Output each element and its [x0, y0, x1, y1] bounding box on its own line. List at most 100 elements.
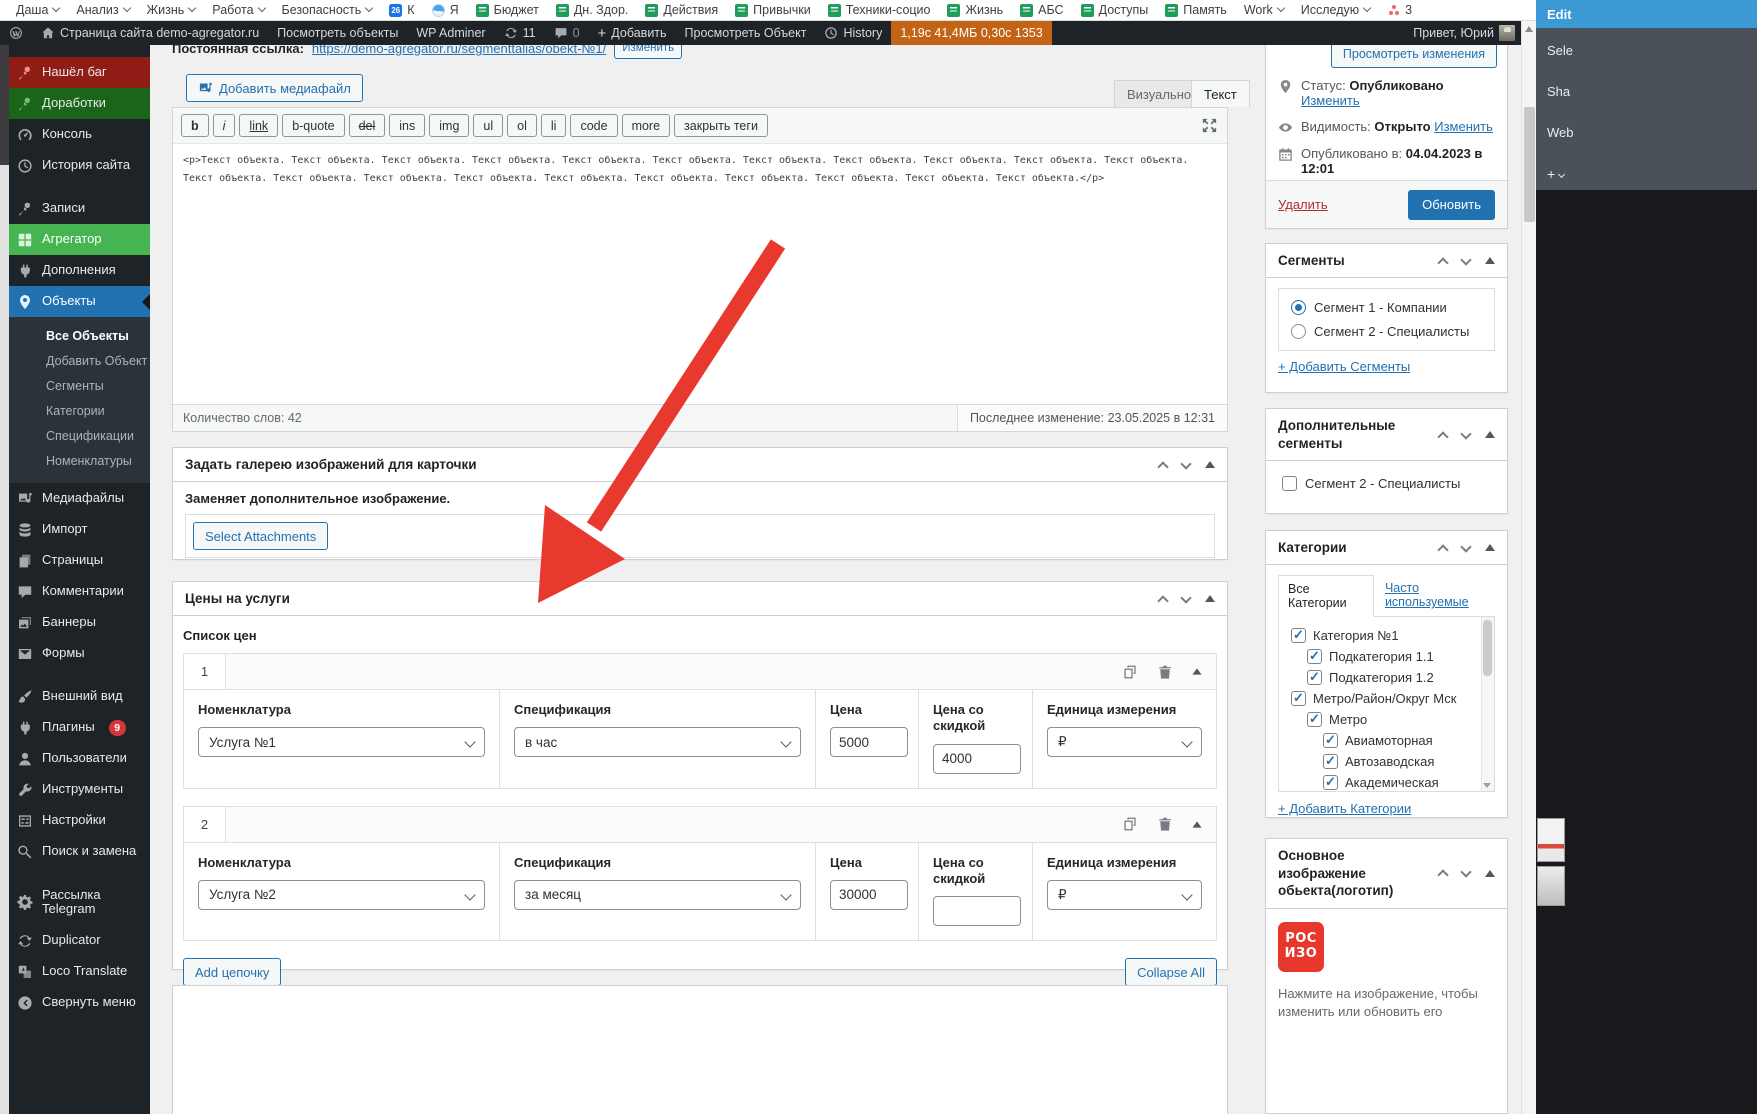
- price-row-number[interactable]: 1: [184, 654, 226, 689]
- order-up-icon[interactable]: [1437, 870, 1448, 881]
- sidebar-item-objects[interactable]: Объекты: [9, 286, 150, 317]
- sidebar-item-bug-report[interactable]: Нашёл баг: [9, 57, 150, 88]
- row-delete-icon[interactable]: [1157, 664, 1173, 680]
- price-input[interactable]: [830, 880, 908, 910]
- prices-panel-header[interactable]: Цены на услуги: [173, 582, 1227, 616]
- order-down-icon[interactable]: [1180, 592, 1191, 603]
- post-content-textarea[interactable]: <p>Текст объекта. Текст объекта. Текст о…: [173, 144, 1227, 404]
- panel-toggle-icon[interactable]: [1485, 544, 1495, 551]
- admin-bar-updates[interactable]: 11: [495, 21, 545, 45]
- sidebar-subitem-add-object[interactable]: Добавить Объект: [9, 349, 150, 374]
- sidebar-item-improvements[interactable]: Доработки: [9, 88, 150, 119]
- specification-select[interactable]: за месяц: [514, 880, 801, 910]
- sidebar-item-forms[interactable]: Формы: [9, 638, 150, 669]
- tab-frequently-used[interactable]: Часто используемые: [1385, 581, 1495, 616]
- qt-bquote-button[interactable]: b-quote: [282, 114, 344, 137]
- editor-fullscreen-icon[interactable]: [1200, 116, 1219, 135]
- panel-toggle-icon[interactable]: [1485, 870, 1495, 877]
- admin-bar-view-object[interactable]: Просмотреть Объект: [676, 21, 816, 45]
- category-option[interactable]: Категория №1: [1279, 625, 1480, 646]
- price-input[interactable]: [830, 727, 908, 757]
- sidebar-subitem-specifications[interactable]: Спецификации: [9, 424, 150, 449]
- bookmark-link[interactable]: 3: [1387, 3, 1412, 17]
- update-button[interactable]: Обновить: [1408, 190, 1495, 220]
- admin-bar-view-objects[interactable]: Посмотреть объекты: [268, 21, 407, 45]
- sidebar-subitem-all-objects[interactable]: Все Объекты: [9, 324, 150, 349]
- admin-bar-account[interactable]: Привет, Юрий: [1404, 21, 1521, 45]
- categories-panel-header[interactable]: Категории: [1266, 531, 1507, 565]
- qt-ins-button[interactable]: ins: [389, 114, 425, 137]
- bookmark-folder[interactable]: Даша: [16, 3, 59, 17]
- bookmark-folder[interactable]: Анализ: [76, 3, 129, 17]
- bookmark-folder[interactable]: Работа: [212, 3, 264, 17]
- scroll-down-icon[interactable]: [1483, 783, 1491, 788]
- scrollbar-thumb[interactable]: [1524, 107, 1535, 222]
- page-scrollbar[interactable]: [1521, 21, 1536, 1114]
- panel-toggle-icon[interactable]: [1205, 461, 1215, 468]
- bookmark-link[interactable]: Техники-социо: [828, 3, 931, 17]
- sidebar-item-plugins[interactable]: Плагины9: [9, 712, 150, 743]
- sidebar-item-search-replace[interactable]: Поиск и замена: [9, 836, 150, 867]
- qt-more-button[interactable]: more: [622, 114, 670, 137]
- sidebar-item-comments[interactable]: Комментарии: [9, 576, 150, 607]
- sidebar-subitem-nomenclatures[interactable]: Номенклатуры: [9, 449, 150, 474]
- sidebar-item-tools[interactable]: Инструменты: [9, 774, 150, 805]
- row-duplicate-icon[interactable]: [1122, 664, 1138, 680]
- qt-italic-button[interactable]: i: [213, 114, 236, 137]
- sidebar-item-telegram-mailing[interactable]: Рассылка Telegram: [9, 879, 150, 925]
- tab-all-categories[interactable]: Все Категории: [1278, 575, 1374, 617]
- sidebar-subitem-categories[interactable]: Категории: [9, 399, 150, 424]
- sidebar-item-import[interactable]: Импорт: [9, 514, 150, 545]
- sidebar-item-loco-translate[interactable]: Loco Translate: [9, 956, 150, 987]
- bookmark-folder[interactable]: Исследую: [1301, 3, 1370, 17]
- categories-scrollbar[interactable]: [1481, 617, 1494, 791]
- category-option[interactable]: Метро/Район/Округ Мск: [1279, 688, 1480, 709]
- side-panel-item[interactable]: Sele: [1547, 43, 1746, 58]
- bookmark-folder[interactable]: Безопасность: [282, 3, 373, 17]
- sidebar-subitem-segments[interactable]: Сегменты: [9, 374, 150, 399]
- extra-segment-option[interactable]: Сегмент 2 - Специалисты: [1266, 461, 1507, 506]
- category-option[interactable]: Авиамоторная: [1279, 730, 1480, 751]
- edit-visibility-link[interactable]: Изменить: [1434, 119, 1493, 134]
- order-up-icon[interactable]: [1437, 257, 1448, 268]
- segment-option[interactable]: Сегмент 1 - Компании: [1291, 300, 1482, 315]
- admin-bar-new[interactable]: +Добавить: [589, 21, 676, 45]
- price-row-number[interactable]: 2: [184, 807, 226, 842]
- qt-ol-button[interactable]: ol: [507, 114, 537, 137]
- qt-close-tags-button[interactable]: закрыть теги: [674, 114, 768, 137]
- sidebar-item-pages[interactable]: Страницы: [9, 545, 150, 576]
- row-collapse-icon[interactable]: [1193, 668, 1202, 674]
- side-panel-item[interactable]: Sha: [1547, 84, 1746, 99]
- qt-ul-button[interactable]: ul: [473, 114, 503, 137]
- panel-toggle-icon[interactable]: [1485, 431, 1495, 438]
- discount-price-input[interactable]: [933, 896, 1021, 926]
- qt-code-button[interactable]: code: [570, 114, 617, 137]
- sidebar-item-users[interactable]: Пользователи: [9, 743, 150, 774]
- qt-li-button[interactable]: li: [541, 114, 567, 137]
- order-down-icon[interactable]: [1460, 428, 1471, 439]
- delete-link[interactable]: Удалить: [1278, 197, 1328, 212]
- category-option[interactable]: Метро: [1279, 709, 1480, 730]
- sidebar-item-banners[interactable]: Баннеры: [9, 607, 150, 638]
- mini-preview[interactable]: [1537, 818, 1565, 862]
- bookmark-link[interactable]: Память: [1165, 3, 1227, 17]
- admin-bar-performance-stats[interactable]: 1,19с 41,4МБ 0,30с 1353: [891, 21, 1051, 45]
- bookmark-link[interactable]: Доступы: [1081, 3, 1149, 17]
- wp-logo-menu[interactable]: [0, 21, 32, 45]
- qt-img-button[interactable]: img: [429, 114, 469, 137]
- category-option[interactable]: Автозаводская: [1279, 751, 1480, 772]
- sidebar-item-additions[interactable]: Дополнения: [9, 255, 150, 286]
- add-categories-link[interactable]: + Добавить Категории: [1278, 801, 1411, 816]
- admin-bar-site-name[interactable]: Страница сайта demo-agregator.ru: [32, 21, 268, 45]
- row-duplicate-icon[interactable]: [1122, 816, 1138, 832]
- add-segments-link[interactable]: + Добавить Сегменты: [1278, 359, 1410, 374]
- gallery-panel-header[interactable]: Задать галерею изображений для карточки: [173, 448, 1227, 482]
- side-panel-add-button[interactable]: +: [1547, 166, 1746, 182]
- discount-price-input[interactable]: [933, 744, 1021, 774]
- panel-toggle-icon[interactable]: [1485, 257, 1495, 264]
- bookmark-link[interactable]: Привычки: [735, 3, 811, 17]
- unit-select[interactable]: ₽: [1047, 727, 1202, 757]
- main-image-header[interactable]: Основное изображение обьекта(логотип): [1266, 839, 1507, 909]
- order-down-icon[interactable]: [1180, 458, 1191, 469]
- nomenclature-select[interactable]: Услуга №1: [198, 727, 485, 757]
